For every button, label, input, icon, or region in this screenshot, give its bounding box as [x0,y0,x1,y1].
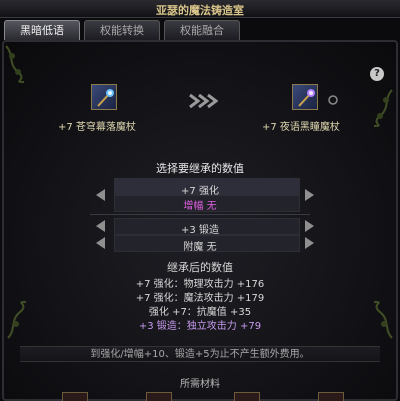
vine-ornament-icon [5,45,25,83]
tab-power-transfer[interactable]: 权能转换 [84,20,160,40]
inherit-forge-value: +3 锻造 [181,225,219,236]
result-line: +7 强化：物理攻击力 +176 [135,279,265,290]
staff-icon [97,89,114,107]
material-slot[interactable] [146,392,172,401]
title-bar: 亚瑟的魔法铸造室 [0,0,400,18]
double-chevron-right-icon [189,93,218,109]
source-item-slot[interactable] [91,84,117,110]
staff-icon [298,89,315,107]
inherit-amplify-value: 增幅 无 [183,201,217,212]
source-item-name: +7 苍穹幕落魔杖 [58,122,136,133]
divider [90,214,310,215]
inherit-reinforce-value: +7 强化 [181,186,219,197]
vine-ornament-icon [373,89,393,127]
inherit-prompt: 选择要继承的数值 [156,162,244,175]
materials-heading: 所需材料 [180,379,220,390]
tab-dark-whisper[interactable]: 黑暗低语 [4,20,80,40]
refresh-icon[interactable] [327,94,339,106]
tab-power-fusion[interactable]: 权能融合 [164,20,240,40]
target-item-slot[interactable] [292,84,318,110]
target-item-name: +7 夜语黑瞳魔杖 [262,122,340,133]
result-line: 强化 +7：抗魔值 +35 [148,307,252,318]
cost-note: 到强化/增幅+10、锻造+5为止不产生额外费用。 [20,346,380,362]
help-button[interactable]: ? [370,67,384,81]
material-slot[interactable] [62,392,88,401]
material-slot[interactable] [234,392,260,401]
result-heading: 继承后的数值 [167,261,233,274]
window-title: 亚瑟的魔法铸造室 [156,4,244,17]
result-line: +7 强化：魔法攻击力 +179 [135,293,265,304]
result-line: +3 锻造：独立攻击力 +79 [138,321,262,332]
material-slot[interactable] [318,392,344,401]
inherit-enchant-value: 附魔 无 [183,242,217,253]
